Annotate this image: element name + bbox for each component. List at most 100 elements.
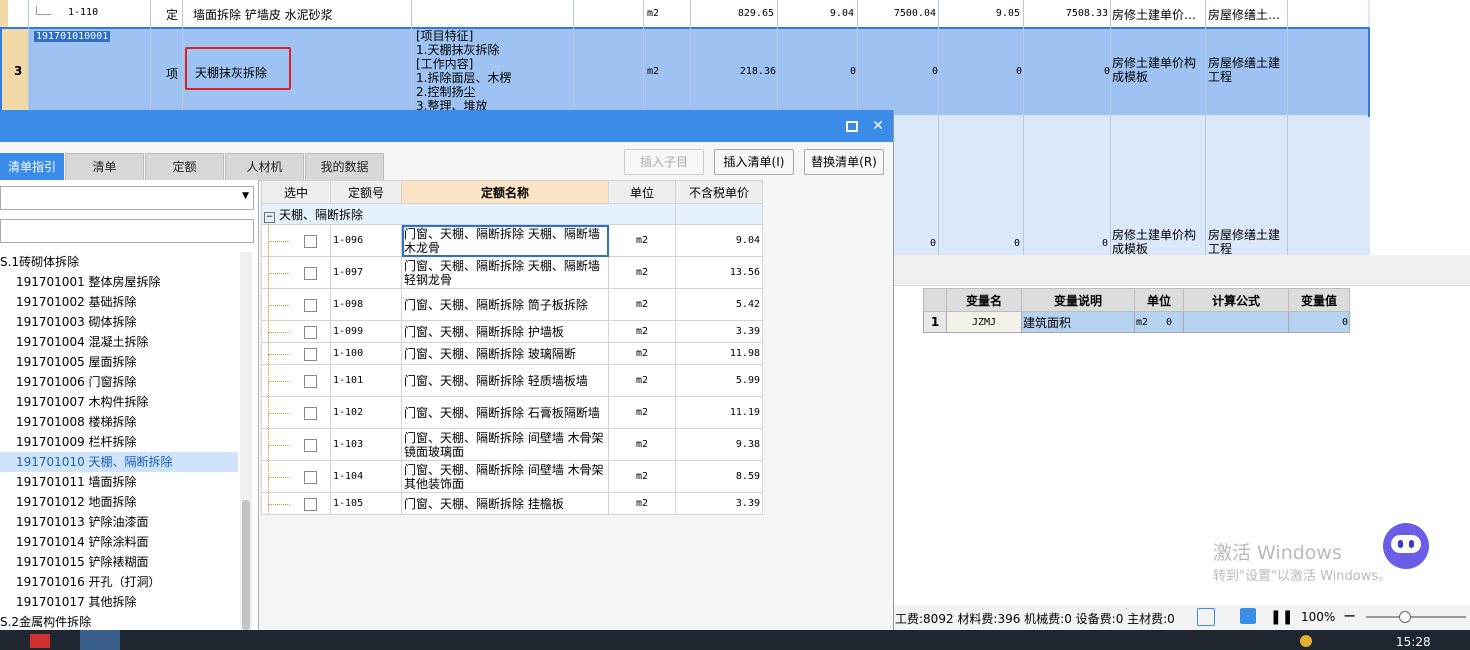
tree-item[interactable]: 191701006 门窗拆除 xyxy=(0,372,238,392)
tab-list-guide[interactable]: 清单指引 xyxy=(0,153,64,181)
var-formula[interactable] xyxy=(1183,311,1289,333)
select-cell[interactable] xyxy=(261,320,331,343)
quota-name[interactable]: 门窗、天棚、隔断拆除 筒子板拆除 xyxy=(401,288,609,321)
zoom-slider[interactable] xyxy=(1366,616,1466,618)
row-checkbox[interactable] xyxy=(304,325,317,339)
layout-icon[interactable] xyxy=(1240,608,1256,624)
tree-item[interactable]: 191701008 楼梯拆除 xyxy=(0,412,238,432)
quota-name[interactable]: 门窗、天棚、隔断拆除 轻质墙板墙 xyxy=(401,364,609,397)
row-checkbox[interactable] xyxy=(304,298,317,312)
select-cell[interactable] xyxy=(261,460,331,493)
app-icon[interactable] xyxy=(30,634,50,648)
tree-group[interactable]: S.2金属构件拆除 xyxy=(0,612,238,632)
assistant-robot-icon[interactable] xyxy=(1383,523,1429,569)
header-name[interactable]: 定额名称 xyxy=(401,180,609,204)
row-checkbox[interactable] xyxy=(304,470,317,484)
select-cell[interactable] xyxy=(261,396,331,429)
row-checkbox[interactable] xyxy=(304,438,317,452)
tree-item[interactable]: 191701001 整体房屋拆除 xyxy=(0,272,238,292)
quota-row[interactable]: 1-099 门窗、天棚、隔断拆除 护墙板 m2 3.39 xyxy=(261,320,763,343)
select-cell[interactable] xyxy=(261,492,331,515)
select-cell[interactable] xyxy=(261,364,331,397)
tree-item[interactable]: 191701002 基础拆除 xyxy=(0,292,238,312)
quota-name[interactable]: 门窗、天棚、隔断拆除 石膏板隔断墙 xyxy=(401,396,609,429)
row-checkbox[interactable] xyxy=(304,234,317,248)
quota-name[interactable]: 门窗、天棚、隔断拆除 玻璃隔断 xyxy=(401,342,609,365)
quota-row[interactable]: 1-097 门窗、天棚、隔断拆除 天棚、隔断墙 轻钢龙骨 m2 13.56 xyxy=(261,256,763,289)
grid-row-1-110[interactable]: 1-110 定 墙面拆除 铲墙皮 水泥砂浆 m2 829.65 9.04 750… xyxy=(0,0,1368,28)
select-cell[interactable] xyxy=(261,428,331,461)
insert-child-button[interactable]: 插入子目 xyxy=(624,149,704,175)
tab-quota[interactable]: 定额 xyxy=(145,153,224,181)
insert-list-button[interactable]: 插入清单(I) xyxy=(714,149,794,175)
header-price[interactable]: 不含税单价 xyxy=(675,180,763,204)
maximize-icon[interactable] xyxy=(842,116,862,136)
quota-name[interactable]: 门窗、天棚、隔断拆除 间壁墙 木骨架 其他装饰面 xyxy=(401,460,609,493)
tree-item[interactable]: 191701015 铲除裱糊面 xyxy=(0,552,238,572)
quota-row[interactable]: 1-104 门窗、天棚、隔断拆除 间壁墙 木骨架 其他装饰面 m2 8.59 xyxy=(261,460,763,493)
replace-list-button[interactable]: 替换清单(R) xyxy=(804,149,884,175)
select-cell[interactable] xyxy=(261,256,331,289)
tree-item[interactable]: 191701010 天棚、隔断拆除 xyxy=(0,452,238,472)
var-unit[interactable]: m2 0 xyxy=(1134,311,1184,333)
var-value[interactable]: 0 xyxy=(1288,311,1350,333)
var-header-formula[interactable]: 计算公式 xyxy=(1183,288,1289,312)
variable-row[interactable]: 1 JZMJ 建筑面积 m2 0 0 xyxy=(923,311,1350,333)
tree-item[interactable]: 191701007 木构件拆除 xyxy=(0,392,238,412)
tree-item[interactable]: 191701012 地面拆除 xyxy=(0,492,238,512)
tree-item[interactable]: 191701013 铲除油漆面 xyxy=(0,512,238,532)
view-toggle-icon[interactable] xyxy=(1197,608,1215,626)
tree-item[interactable]: 191701011 墙面拆除 xyxy=(0,472,238,492)
tree-item[interactable]: 191701009 栏杆拆除 xyxy=(0,432,238,452)
group-label[interactable]: − 天棚、隔断拆除 xyxy=(261,203,676,225)
quota-row[interactable]: 1-100 门窗、天棚、隔断拆除 玻璃隔断 m2 11.98 xyxy=(261,342,763,365)
var-desc[interactable]: 建筑面积 xyxy=(1021,311,1135,333)
quota-row[interactable]: 1-096 门窗、天棚、隔断拆除 天棚、隔断墙 木龙骨 m2 9.04 xyxy=(261,224,763,257)
tree-item[interactable]: 191701014 铲除涂料面 xyxy=(0,532,238,552)
quota-name[interactable]: 门窗、天棚、隔断拆除 护墙板 xyxy=(401,320,609,343)
tab-my-data[interactable]: 我的数据 xyxy=(305,153,384,181)
header-code[interactable]: 定额号 xyxy=(330,180,402,204)
quota-row[interactable]: 1-103 门窗、天棚、隔断拆除 间壁墙 木骨架 镜面玻璃面 m2 9.38 xyxy=(261,428,763,461)
quota-name[interactable]: 门窗、天棚、隔断拆除 间壁墙 木骨架 镜面玻璃面 xyxy=(401,428,609,461)
dialog-titlebar[interactable]: ✕ xyxy=(0,110,893,142)
zoom-out-icon[interactable]: − xyxy=(1343,606,1356,625)
quota-name[interactable]: 门窗、天棚、隔断拆除 天棚、隔断墙 木龙骨 xyxy=(401,224,609,257)
header-unit[interactable]: 单位 xyxy=(608,180,676,204)
group-row[interactable]: − 天棚、隔断拆除 xyxy=(261,203,763,225)
row-checkbox[interactable] xyxy=(304,347,317,361)
var-name[interactable]: JZMJ xyxy=(946,311,1022,333)
tree-item[interactable]: 191701003 砌体拆除 xyxy=(0,312,238,332)
search-input[interactable] xyxy=(0,219,254,243)
tree-item[interactable]: 191701016 开孔（打洞） xyxy=(0,572,238,592)
quota-row[interactable]: 1-102 门窗、天棚、隔断拆除 石膏板隔断墙 m2 11.19 xyxy=(261,396,763,429)
var-header-unit[interactable]: 单位 xyxy=(1134,288,1184,312)
row-code[interactable]: 191701010001 xyxy=(34,31,111,42)
tree-item[interactable]: 191701004 混凝土拆除 xyxy=(0,332,238,352)
select-cell[interactable] xyxy=(261,342,331,365)
tab-list[interactable]: 清单 xyxy=(65,153,144,181)
quota-row[interactable]: 1-105 门窗、天棚、隔断拆除 挂檐板 m2 3.39 xyxy=(261,492,763,515)
select-cell[interactable] xyxy=(261,224,331,257)
quota-name[interactable]: 门窗、天棚、隔断拆除 天棚、隔断墙 轻钢龙骨 xyxy=(401,256,609,289)
library-select[interactable]: ▼ xyxy=(0,186,254,210)
var-header-desc[interactable]: 变量说明 xyxy=(1021,288,1135,312)
tree-group[interactable]: S.1砖砌体拆除 xyxy=(0,252,238,272)
scrollbar-thumb[interactable] xyxy=(242,500,250,630)
tab-labor-material[interactable]: 人材机 xyxy=(225,153,304,181)
quota-name[interactable]: 门窗、天棚、隔断拆除 挂檐板 xyxy=(401,492,609,515)
split-view-icon[interactable]: ❚❚ xyxy=(1270,609,1293,625)
tree-item[interactable]: 191701017 其他拆除 xyxy=(0,592,238,612)
var-header-name[interactable]: 变量名 xyxy=(946,288,1022,312)
tray-icon[interactable] xyxy=(1300,635,1312,647)
row-checkbox[interactable] xyxy=(304,374,317,388)
active-app-icon[interactable] xyxy=(80,630,120,650)
close-icon[interactable]: ✕ xyxy=(868,116,888,136)
row-checkbox[interactable] xyxy=(304,266,317,280)
collapse-icon[interactable]: − xyxy=(264,211,275,223)
zoom-slider-thumb[interactable] xyxy=(1399,611,1411,623)
tree-scrollbar[interactable] xyxy=(240,252,252,630)
var-header-value[interactable]: 变量值 xyxy=(1288,288,1350,312)
quota-row[interactable]: 1-098 门窗、天棚、隔断拆除 筒子板拆除 m2 5.42 xyxy=(261,288,763,321)
select-cell[interactable] xyxy=(261,288,331,321)
